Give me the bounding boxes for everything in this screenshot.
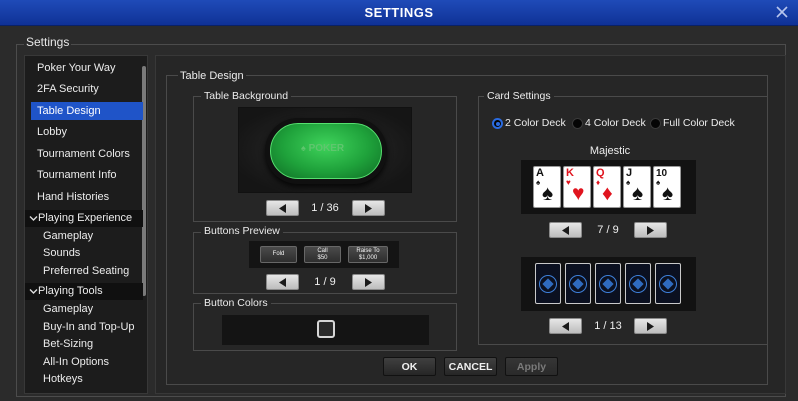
buttons-preview-prev-button[interactable]: [266, 274, 299, 290]
spade-logo-icon: ♠: [301, 143, 306, 153]
card-queen-diamonds: Q ♦ ♦: [593, 166, 621, 208]
preview-raise-button: Raise To $1,000: [348, 246, 388, 263]
table-background-label: Table Background: [201, 90, 292, 102]
card-settings-label: Card Settings: [484, 90, 554, 102]
ok-button[interactable]: OK: [383, 357, 436, 376]
button-color-swatch[interactable]: [317, 320, 335, 338]
arrow-right-icon: [365, 278, 372, 287]
button-colors-label: Button Colors: [201, 297, 271, 309]
table-rail: ♠ POKER: [265, 118, 387, 184]
close-icon[interactable]: [774, 4, 790, 20]
deck-name: Majestic: [589, 145, 631, 157]
preview-fold-button: Fold: [260, 246, 297, 263]
cancel-button[interactable]: CANCEL: [444, 357, 497, 376]
sidebar-group-label: Playing Tools: [38, 285, 103, 297]
sidebar-item-hand-histories[interactable]: Hand Histories: [31, 188, 143, 206]
card-king-hearts: K ♥ ♥: [563, 166, 591, 208]
buttons-preview-counter: 1 / 9: [314, 276, 336, 288]
table-bg-prev-button[interactable]: [266, 200, 299, 216]
card-back: [565, 263, 591, 304]
sidebar-item-tournament-info[interactable]: Tournament Info: [31, 166, 143, 184]
settings-heading: Settings: [24, 35, 72, 49]
buttons-preview-next-button[interactable]: [352, 274, 385, 290]
window-titlebar: SETTINGS: [0, 0, 798, 26]
arrow-right-icon: [647, 322, 654, 331]
table-felt: ♠ POKER: [270, 123, 382, 179]
sidebar-subitem-all-in-options[interactable]: All-In Options: [43, 354, 109, 371]
sidebar-subitem-hotkeys[interactable]: Hotkeys: [43, 371, 83, 388]
arrow-left-icon: [562, 226, 569, 235]
sidebar-item-lobby[interactable]: Lobby: [31, 123, 143, 141]
card-faces-preview: A ♠ ♠ K ♥ ♥ Q ♦ ♦ J ♠ ♠ 10 ♠ ♠: [521, 160, 696, 214]
felt-logo: ♠ POKER: [301, 143, 345, 154]
card-face-counter: 7 / 9: [597, 224, 619, 236]
sidebar-item-poker-your-way[interactable]: Poker Your Way: [31, 59, 143, 77]
card-face-prev-button[interactable]: [549, 222, 582, 238]
radio-unselected-icon: [650, 118, 661, 129]
button-colors-strip: [222, 315, 429, 345]
radio-unselected-icon: [572, 118, 583, 129]
card-jack-spades: J ♠ ♠: [623, 166, 651, 208]
arrow-left-icon: [562, 322, 569, 331]
sidebar-subitem-bet-sizing[interactable]: Bet-Sizing: [43, 336, 93, 353]
preview-call-button: Call $50: [304, 246, 341, 263]
arrow-right-icon: [365, 204, 372, 213]
arrow-left-icon: [279, 204, 286, 213]
card-back-prev-button[interactable]: [549, 318, 582, 334]
card-ten-spades: 10 ♠ ♠: [653, 166, 681, 208]
card-ace-spades: A ♠ ♠: [533, 166, 561, 208]
chevron-down-icon: [29, 289, 38, 294]
sidebar-group-playing-experience[interactable]: Playing Experience: [25, 210, 143, 227]
panel-title: Table Design: [178, 70, 246, 82]
card-back-next-button[interactable]: [634, 318, 667, 334]
arrow-left-icon: [279, 278, 286, 287]
card-back-counter: 1 / 13: [594, 320, 622, 332]
sidebar-item-table-design[interactable]: Table Design: [31, 102, 143, 120]
card-backs-preview: [521, 257, 696, 311]
window-title: SETTINGS: [364, 5, 434, 20]
buttons-preview-strip: Fold Call $50 Raise To $1,000: [249, 241, 399, 268]
table-bg-counter: 1 / 36: [311, 202, 339, 214]
buttons-preview-label: Buttons Preview: [201, 225, 283, 237]
card-back: [535, 263, 561, 304]
sidebar-subitem-sounds[interactable]: Sounds: [43, 245, 80, 262]
card-back: [625, 263, 651, 304]
apply-button[interactable]: Apply: [505, 357, 558, 376]
sidebar-group-playing-tools[interactable]: Playing Tools: [25, 283, 143, 300]
sidebar-subitem-preferred-seating[interactable]: Preferred Seating: [43, 263, 129, 280]
card-back: [655, 263, 681, 304]
sidebar-subitem-buy-in-top-up[interactable]: Buy-In and Top-Up: [43, 319, 135, 336]
sidebar-subitem-gameplay-tools[interactable]: Gameplay: [43, 301, 93, 318]
radio-selected-icon: [492, 118, 503, 129]
sidebar-subitem-gameplay[interactable]: Gameplay: [43, 228, 93, 245]
sidebar-item-tournament-colors[interactable]: Tournament Colors: [31, 145, 143, 163]
card-back: [595, 263, 621, 304]
card-face-next-button[interactable]: [634, 222, 667, 238]
table-bg-next-button[interactable]: [352, 200, 385, 216]
table-background-preview: ♠ POKER: [238, 107, 412, 193]
chevron-down-icon: [29, 216, 38, 221]
sidebar: Poker Your Way 2FA Security Table Design…: [24, 55, 148, 394]
sidebar-item-2fa-security[interactable]: 2FA Security: [31, 80, 143, 98]
arrow-right-icon: [647, 226, 654, 235]
sidebar-group-label: Playing Experience: [38, 212, 133, 224]
